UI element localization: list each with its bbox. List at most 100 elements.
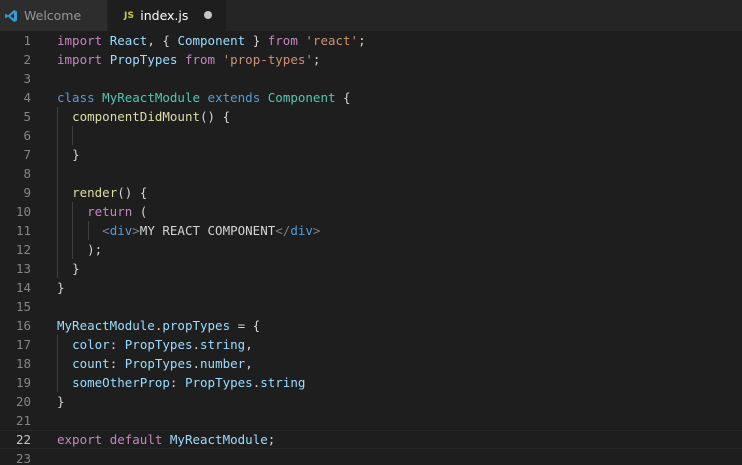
code-token: propTypes (162, 318, 231, 333)
code-line[interactable]: 16 MyReactModule.propTypes = { (0, 316, 742, 335)
code-token: } (72, 147, 80, 162)
tab-bar: Welcome JS index.js (0, 0, 742, 31)
code-line[interactable]: 1 import React, { Component } from 'react… (0, 31, 742, 50)
code-line[interactable]: 20} (0, 392, 742, 411)
line-number: 5 (23, 109, 31, 124)
code-token: () { (200, 109, 231, 124)
code-line[interactable]: 22 export default MyReactModule; (0, 430, 742, 449)
code-line[interactable]: 2 import PropTypes from 'prop-types'; (0, 50, 742, 69)
code-text: } (57, 392, 65, 411)
code-text: color: PropTypes.string, (57, 335, 253, 354)
code-text: count: PropTypes.number, (57, 354, 253, 373)
line-number: 2 (23, 52, 31, 67)
code-text: render() { (57, 183, 147, 202)
code-text: export default MyReactModule; (57, 431, 275, 448)
code-line[interactable]: 9 render() { (0, 183, 742, 202)
editor-window: Welcome JS index.js 1 import React, { Com… (0, 0, 742, 465)
indent-guide (57, 126, 58, 145)
line-number: 10 (15, 204, 31, 219)
code-line[interactable]: 12 ); (0, 240, 742, 259)
code-line[interactable]: 7 } (0, 145, 742, 164)
code-text: MyReactModule.propTypes = { (57, 316, 260, 335)
code-token: render (72, 185, 118, 200)
code-token: someOtherProp (72, 375, 170, 390)
code-line[interactable]: 8 (0, 164, 742, 183)
code-token: ); (87, 242, 103, 257)
code-line[interactable]: 5 componentDidMount() { (0, 107, 742, 126)
code-editor[interactable]: 1 import React, { Component } from 'react… (0, 31, 742, 465)
tab-index-js-label: index.js (140, 8, 189, 23)
line-number: 15 (15, 299, 31, 314)
code-line[interactable]: 15 (0, 297, 742, 316)
line-number: 12 (15, 242, 31, 257)
code-token: { (335, 90, 351, 105)
code-token: ( (132, 204, 148, 219)
code-token: > (132, 223, 140, 238)
code-text: } (57, 145, 80, 164)
code-token: 'react' (305, 33, 359, 48)
code-line[interactable]: 23 (0, 449, 742, 465)
code-text: componentDidMount() { (57, 107, 230, 126)
code-token: import (57, 52, 103, 67)
code-token: > (312, 223, 321, 238)
code-text: class MyReactModule extends Component { (57, 88, 351, 107)
code-token: < (102, 223, 110, 238)
code-line[interactable]: 13 } (0, 259, 742, 278)
code-token: string (200, 337, 246, 352)
code-token: MY REACT COMPONENT (139, 223, 276, 238)
line-number: 13 (15, 261, 31, 276)
code-token: PropTypes (124, 356, 193, 371)
code-line[interactable]: 3 (0, 69, 742, 88)
code-token: 'prop-types' (222, 52, 313, 67)
code-token: ; (358, 33, 366, 48)
code-line[interactable]: 6 (0, 126, 742, 145)
line-number: 11 (15, 223, 31, 238)
tab-index-js[interactable]: JS index.js (108, 0, 226, 31)
code-token: Component (267, 90, 336, 105)
code-token: () { (117, 185, 148, 200)
code-token: from (267, 33, 298, 48)
code-line[interactable]: 4 class MyReactModule extends Component { (0, 88, 742, 107)
code-token: . (192, 356, 201, 371)
code-token: PropTypes (184, 375, 253, 390)
code-token: ; (312, 52, 321, 67)
line-number: 23 (15, 451, 31, 465)
code-line[interactable]: 17 color: PropTypes.string, (0, 335, 742, 354)
line-number: 17 (15, 337, 31, 352)
code-token: } (57, 394, 65, 409)
code-line[interactable]: 18 count: PropTypes.number, (0, 354, 742, 373)
code-text: return ( (57, 202, 147, 221)
code-token: string (260, 375, 306, 390)
code-token: } (72, 261, 80, 276)
code-text: import React, { Component } from 'react'… (57, 31, 366, 50)
code-token: : (109, 356, 125, 371)
tab-welcome-label: Welcome (24, 8, 82, 23)
code-text: import PropTypes from 'prop-types'; (57, 50, 320, 69)
code-line[interactable]: 14} (0, 278, 742, 297)
line-number: 1 (23, 33, 31, 48)
code-line[interactable]: 19 someOtherProp: PropTypes.string (0, 373, 742, 392)
unsaved-changes-dot-icon[interactable] (204, 11, 212, 19)
code-token: count (72, 356, 110, 371)
tab-welcome[interactable]: Welcome (0, 0, 108, 31)
code-token: </ (275, 223, 291, 238)
code-line[interactable]: 11 <div>MY REACT COMPONENT</div> (0, 221, 742, 240)
code-line[interactable]: 21 (0, 411, 742, 430)
code-text: } (57, 278, 65, 297)
code-line[interactable]: 10 return ( (0, 202, 742, 221)
code-token: import (57, 33, 103, 48)
code-token: MyReactModule (57, 318, 155, 333)
